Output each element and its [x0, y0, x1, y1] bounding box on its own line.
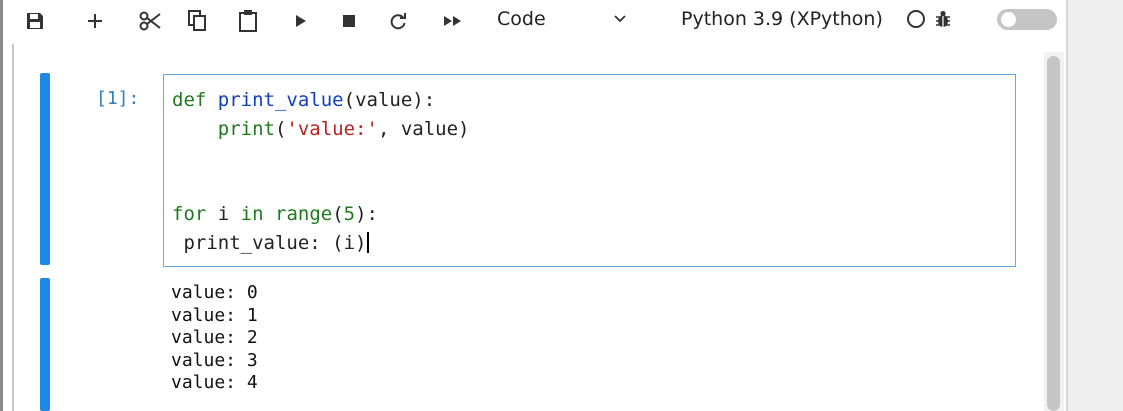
code-line: print('value:', value)	[172, 118, 470, 140]
restart-button[interactable]	[387, 6, 409, 36]
debugger-toggle[interactable]	[997, 9, 1057, 30]
output-line: value: 4	[171, 372, 258, 393]
insert-cell-button[interactable]	[83, 6, 107, 36]
code-token: , value)	[377, 118, 470, 140]
code-line: print_value: (i)	[172, 232, 370, 254]
output-line: value: 2	[171, 327, 258, 348]
run-all-button[interactable]	[441, 6, 465, 36]
run-button[interactable]	[291, 6, 311, 36]
code-token: ):	[355, 203, 378, 225]
code-line: def print_value(value):	[172, 89, 435, 111]
restart-icon	[389, 12, 407, 30]
output-line: value: 0	[171, 282, 258, 303]
save-button[interactable]	[23, 6, 47, 36]
notebook-toolbar: Code Python 3.9 (XPython)	[3, 0, 1064, 44]
right-side-panel	[1066, 0, 1123, 411]
cut-button[interactable]	[137, 6, 163, 36]
input-collapser[interactable]	[40, 73, 50, 265]
chevron-down-icon[interactable]	[613, 8, 627, 32]
code-token: (	[332, 203, 344, 225]
code-line: for i in range(5):	[172, 203, 378, 225]
fast-forward-icon	[443, 14, 463, 28]
vertical-scrollbar[interactable]	[1044, 52, 1064, 411]
output-line: value: 1	[171, 304, 258, 326]
code-token: (value):	[343, 89, 436, 111]
save-icon	[25, 11, 45, 31]
code-token: range	[275, 203, 333, 225]
paste-icon	[238, 9, 258, 33]
code-token: def	[172, 89, 207, 111]
code-token: print_value	[217, 89, 344, 111]
code-token: print_value: (i)	[172, 232, 367, 254]
window-left-edge	[0, 0, 3, 411]
text-cursor	[367, 232, 370, 253]
code-token: (	[274, 118, 287, 140]
code-token: for	[172, 203, 207, 225]
bug-icon[interactable]	[935, 9, 951, 33]
code-token: 'value:'	[286, 118, 378, 140]
execution-count-prompt: [1]:	[96, 88, 140, 109]
kernel-name[interactable]: Python 3.9 (XPython)	[681, 4, 883, 34]
output-line: value: 3	[171, 349, 258, 371]
output-collapser[interactable]	[40, 278, 50, 411]
cell-type-select[interactable]: Code	[497, 4, 546, 34]
stop-icon	[343, 15, 355, 27]
kernel-status-icon	[907, 10, 925, 28]
scrollbar-thumb[interactable]	[1047, 56, 1060, 411]
code-editor[interactable]: def print_value(value): print('value:', …	[163, 74, 1016, 267]
interrupt-button[interactable]	[339, 6, 359, 36]
code-token: print	[217, 118, 275, 140]
code-token: 5	[343, 203, 356, 225]
plus-icon	[86, 12, 104, 30]
copy-button[interactable]	[185, 6, 209, 36]
code-token: i	[206, 203, 241, 225]
copy-icon	[187, 10, 207, 32]
run-icon	[295, 14, 307, 28]
cell-output: value: 0 value: 1 value: 2 value: 3 valu…	[171, 282, 258, 395]
toggle-knob	[1001, 12, 1016, 27]
code-token: in	[240, 203, 264, 225]
paste-button[interactable]	[235, 6, 261, 36]
scissors-icon	[138, 10, 162, 32]
